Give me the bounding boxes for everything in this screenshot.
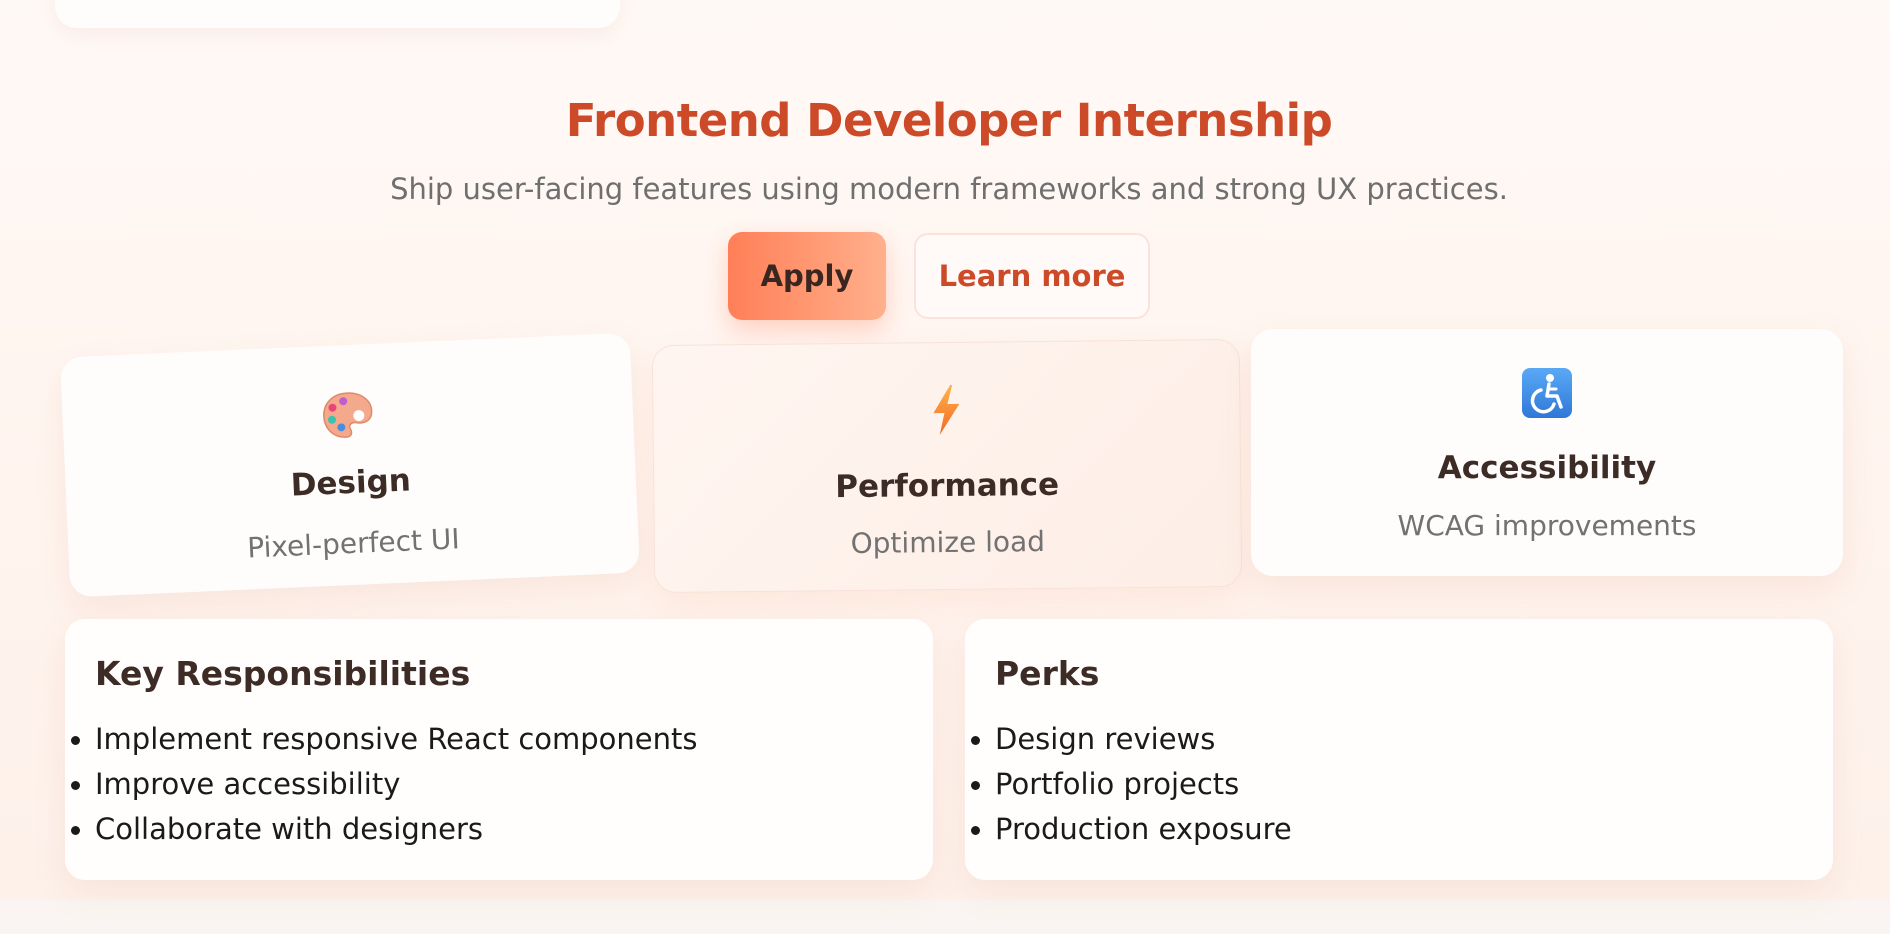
responsibilities-card: Key Responsibilities Implement responsiv… [65,619,933,880]
perks-card: Perks Design reviews Portfolio projects … [965,619,1833,880]
apply-button[interactable]: Apply [728,232,886,320]
feature-description: Optimize load [850,524,1046,561]
feature-card-performance: Performance Optimize load [651,338,1243,594]
lightning-bolt-icon [653,380,1240,440]
page-footer-strip [0,900,1890,934]
feature-card-design: Design Pixel-perfect UI [60,332,640,598]
list-item: Portfolio projects [971,762,1292,807]
learn-more-button[interactable]: Learn more [914,233,1150,319]
list-item: Design reviews [971,717,1292,762]
previous-section-card [55,0,620,28]
perks-list: Design reviews Portfolio projects Produc… [971,717,1292,852]
responsibilities-list: Implement responsive React components Im… [71,717,698,852]
page-subtitle: Ship user-facing features using modern f… [390,172,1508,206]
perks-heading: Perks [995,654,1100,693]
list-item: Collaborate with designers [71,807,698,852]
feature-card-accessibility: Accessibility WCAG improvements [1251,329,1843,576]
wheelchair-accessibility-icon [1251,367,1843,419]
feature-description: Pixel-perfect UI [246,522,461,565]
feature-title: Performance [835,466,1060,506]
list-item: Production exposure [971,807,1292,852]
palette-icon [62,378,634,453]
feature-title: Accessibility [1437,450,1657,486]
list-item: Improve accessibility [71,762,698,807]
list-item: Implement responsive React components [71,717,698,762]
responsibilities-heading: Key Responsibilities [95,654,471,693]
feature-description: WCAG improvements [1397,509,1697,542]
feature-title: Design [289,462,412,504]
page-title: Frontend Developer Internship [565,94,1333,147]
